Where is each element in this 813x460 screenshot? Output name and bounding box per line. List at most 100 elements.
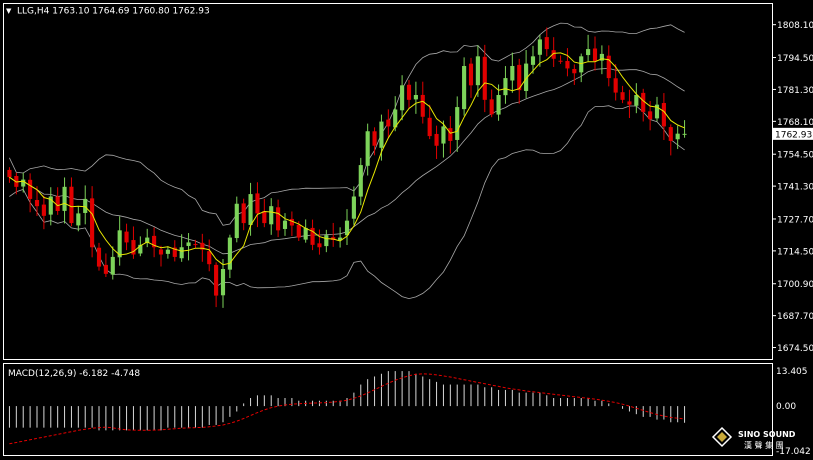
candle-body [510,66,515,81]
candle-body [262,211,267,224]
candle-body [96,247,102,267]
candle-body [682,133,687,135]
candle-body [627,101,632,105]
candle-body [468,63,474,86]
candle-body [179,247,184,259]
y-tick-label: 1687.70 [777,312,813,322]
candle-body [462,66,467,110]
symbol-header: LLG,H4 1763.10 1764.69 1760.80 1762.93 [17,7,210,17]
candle-body [503,78,508,96]
candle-body [406,84,412,100]
candle-body [413,95,418,100]
candle-body [489,99,494,115]
candle-body [227,237,232,270]
candle-body [475,56,480,86]
y-tick-label: 1674.50 [777,344,813,354]
y-tick-label: 1700.90 [777,280,813,290]
candle-body [565,61,570,69]
candle-body [255,193,260,214]
candle-body [434,133,439,146]
candle-body [537,39,542,55]
candle-body [620,92,625,100]
candle-body [379,121,384,148]
candle-body [558,60,563,62]
bollinger-lower-band [9,105,685,300]
candle-body [372,131,377,146]
candle-body [496,95,501,115]
candle-body [358,165,363,197]
candle-body [282,220,288,229]
candle-body [296,224,301,238]
macd-signal-line [9,373,685,445]
macd-scale-zero: 0.00 [776,402,796,412]
y-tick-label: 1741.30 [777,183,813,193]
current-price-label: 1762.93 [775,130,812,140]
candle-body [69,186,74,224]
candle-body [248,194,253,225]
macd-title: MACD(12,26,9) -6.182 -4.748 [8,369,140,379]
macd-scale-top: 13.405 [776,367,808,377]
candle-body [21,179,26,187]
candle-body [668,127,673,141]
macd-signal-polyline [9,373,685,445]
candle-body [544,37,549,50]
main-chart-frame [3,3,773,360]
candle-body [214,264,219,296]
y-tick-label: 1781.30 [777,86,813,96]
candle-body [427,117,432,137]
candle-body [90,198,95,248]
candle-body [62,186,67,211]
candle-body [241,203,246,224]
diamond-logo-icon [711,426,733,448]
price-axis: 1808.10 1794.50 1781.30 1768.10 1754.50 1741.… [772,21,813,354]
candle-body [83,198,88,213]
candle-body [613,78,618,93]
candle-body [234,203,239,239]
candle-body [572,68,577,74]
candle-body [400,85,405,111]
candle-body [165,249,170,254]
candle-body [344,220,350,236]
candlesticks [7,27,687,308]
candle-body [386,119,391,127]
candle-body [124,231,129,243]
bollinger-bands [9,22,685,300]
candle-body [7,169,12,178]
candle-body [276,207,281,231]
candle-body [76,213,81,226]
y-tick-label: 1808.10 [777,21,813,31]
y-tick-label: 1794.50 [777,54,813,64]
candle-body [675,133,680,140]
candle-body [110,256,115,275]
candle-body [186,242,191,246]
candle-body [103,264,108,274]
chart-canvas[interactable]: 1808.10 1794.50 1781.30 1768.10 1754.50 1741.… [0,0,813,460]
candle-body [634,95,639,106]
candle-body [586,49,591,56]
y-tick-label: 1727.70 [777,215,813,225]
sino-sound-logo: SINO SOUND 漢 聲 集 團 [711,426,796,450]
candle-body [28,179,33,199]
bollinger-upper-band [9,22,685,226]
candle-body [455,107,460,140]
macd-histogram [8,371,686,431]
current-price-tag: 1762.93 [773,127,813,140]
candle-body [648,111,653,120]
candle-body [220,269,226,296]
candle-body [317,243,322,248]
y-tick-label: 1754.50 [777,151,813,161]
candle-body [351,196,356,219]
candle-body [579,56,584,73]
candle-body [193,244,198,246]
symbol-menu-icon[interactable]: ▼ [6,7,12,15]
candle-body [269,206,274,225]
candle-body [661,103,666,127]
candle-body [592,48,598,62]
trading-chart-window: 1808.10 1794.50 1781.30 1768.10 1754.50 1741.… [0,0,813,460]
candle-body [482,56,487,100]
candle-body [34,200,40,207]
y-tick-label: 1768.10 [777,118,813,128]
y-tick-label: 1714.50 [777,247,813,257]
candle-body [303,227,308,240]
candle-body [441,126,446,144]
